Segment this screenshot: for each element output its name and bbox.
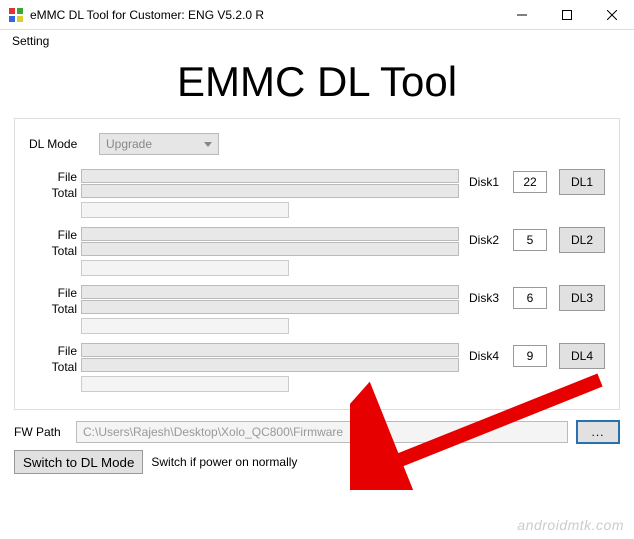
file-progress [81,227,459,241]
dl-mode-label: DL Mode [29,137,99,151]
disk-controls: Disk2 5 DL2 [469,227,605,253]
file-label: File [29,169,77,185]
dl-button[interactable]: DL2 [559,227,605,253]
disk-label: Disk1 [469,175,507,189]
disk-number-input[interactable]: 6 [513,287,547,309]
dl-mode-row: DL Mode Upgrade [29,133,605,155]
file-progress [81,285,459,299]
app-icon [8,7,24,23]
total-label: Total [29,359,77,375]
total-progress [81,242,459,256]
main-frame: DL Mode Upgrade File Total Disk1 22 DL1 … [14,118,620,410]
disk-number-input[interactable]: 5 [513,229,547,251]
menubar: Setting [0,30,634,52]
menu-setting[interactable]: Setting [8,32,53,50]
maximize-button[interactable] [544,0,589,29]
total-progress [81,300,459,314]
dl-mode-value: Upgrade [106,137,152,151]
switch-hint: Switch if power on normally [151,455,297,469]
status-field [81,376,289,392]
disk-block: File Total Disk4 9 DL4 [29,343,605,393]
disk-bar-labels: File Total [29,343,81,375]
disk-controls: Disk3 6 DL3 [469,285,605,311]
disk-number-input[interactable]: 9 [513,345,547,367]
fw-path-input[interactable]: C:\Users\Rajesh\Desktop\Xolo_QC800\Firmw… [76,421,568,443]
file-label: File [29,343,77,359]
window-title: eMMC DL Tool for Customer: ENG V5.2.0 R [30,8,499,22]
file-label: File [29,227,77,243]
disk-block: File Total Disk1 22 DL1 [29,169,605,219]
switch-dl-mode-button[interactable]: Switch to DL Mode [14,450,143,474]
fw-path-label: FW Path [14,425,68,439]
page-title: EMMC DL Tool [0,58,634,106]
dl-mode-select[interactable]: Upgrade [99,133,219,155]
file-progress [81,169,459,183]
status-field [81,202,289,218]
dl-button[interactable]: DL4 [559,343,605,369]
disk-bars [81,169,459,219]
total-progress [81,184,459,198]
bottom-row: Switch to DL Mode Switch if power on nor… [14,450,620,474]
close-button[interactable] [589,0,634,29]
fw-path-row: FW Path C:\Users\Rajesh\Desktop\Xolo_QC8… [14,420,620,444]
dl-button[interactable]: DL1 [559,169,605,195]
minimize-button[interactable] [499,0,544,29]
dl-button[interactable]: DL3 [559,285,605,311]
disk-label: Disk2 [469,233,507,247]
browse-button[interactable]: ... [576,420,620,444]
total-label: Total [29,301,77,317]
total-label: Total [29,243,77,259]
status-field [81,318,289,334]
disk-controls: Disk4 9 DL4 [469,343,605,369]
disk-label: Disk3 [469,291,507,305]
disk-number-input[interactable]: 22 [513,171,547,193]
disk-block: File Total Disk3 6 DL3 [29,285,605,335]
file-label: File [29,285,77,301]
titlebar: eMMC DL Tool for Customer: ENG V5.2.0 R [0,0,634,30]
disk-bars [81,227,459,277]
disk-bars [81,285,459,335]
disk-bars [81,343,459,393]
total-label: Total [29,185,77,201]
disk-label: Disk4 [469,349,507,363]
disk-block: File Total Disk2 5 DL2 [29,227,605,277]
disk-bar-labels: File Total [29,169,81,201]
disk-controls: Disk1 22 DL1 [469,169,605,195]
file-progress [81,343,459,357]
disk-bar-labels: File Total [29,227,81,259]
total-progress [81,358,459,372]
disk-bar-labels: File Total [29,285,81,317]
status-field [81,260,289,276]
watermark: androidmtk.com [517,517,624,533]
